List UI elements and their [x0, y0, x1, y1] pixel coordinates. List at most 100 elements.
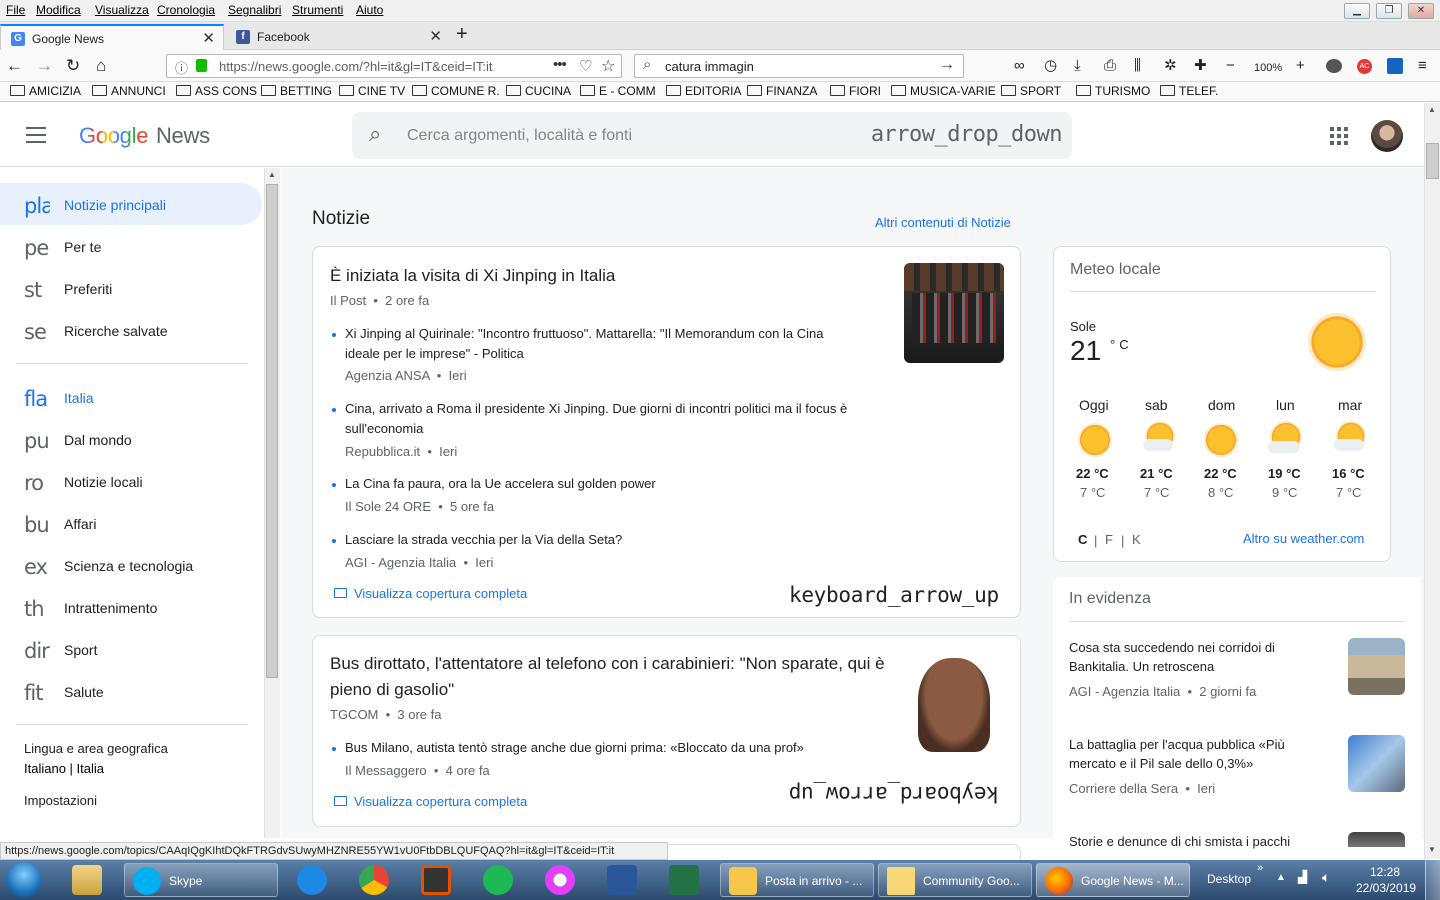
spotify-icon[interactable]: [483, 865, 513, 895]
back-icon[interactable]: ←: [6, 55, 23, 77]
gear-icon[interactable]: ✲: [1164, 56, 1177, 76]
story-thumbnail[interactable]: [904, 652, 1004, 752]
bookmark-item[interactable]: BETTING: [261, 84, 332, 98]
story-headline[interactable]: Bus dirottato, l'attentatore al telefono…: [330, 651, 890, 703]
sidebar-item-scienza[interactable]: ex Scienza e tecnologia: [0, 544, 262, 586]
bookmark-star-icon[interactable]: ☆: [601, 56, 615, 76]
scrollbar-thumb[interactable]: [266, 184, 278, 678]
collapse-arrow-icon[interactable]: keyboard_arrow_up: [789, 583, 999, 607]
close-window-button[interactable]: ✕: [1408, 3, 1434, 19]
menu-cronologia[interactable]: Cronologia: [157, 3, 215, 17]
sub-story-title[interactable]: Lasciare la strada vecchia per la Via de…: [332, 530, 855, 550]
expand-arrow-icon[interactable]: keyboard_arrow_up: [789, 782, 999, 806]
settings-link[interactable]: Impostazioni: [24, 793, 97, 808]
sidebar-item-ricerche-salvate[interactable]: se Ricerche salvate: [0, 309, 262, 351]
page-scrollbar[interactable]: ▲ ▼: [1424, 103, 1440, 859]
spotlight-item-title[interactable]: Cosa sta succedendo nei corridoi di Bank…: [1069, 638, 1319, 676]
sidebar-item-sport[interactable]: dir Sport: [0, 628, 262, 670]
chrome-icon[interactable]: [359, 865, 389, 895]
download-icon[interactable]: ⤓: [1074, 56, 1081, 76]
history-icon[interactable]: ◷: [1044, 56, 1057, 76]
more-news-link[interactable]: Altri contenuti di Notizie: [875, 215, 1011, 230]
media-app-icon[interactable]: [421, 865, 451, 895]
bookmark-item[interactable]: COMUNE R.: [412, 84, 500, 98]
sidebar-item-intrattenimento[interactable]: th Intrattenimento: [0, 586, 262, 628]
avatar[interactable]: [1371, 120, 1403, 152]
network-icon[interactable]: ▟: [1298, 870, 1307, 884]
restore-button[interactable]: ❐: [1376, 3, 1402, 19]
bookmark-item[interactable]: FIORI: [830, 84, 881, 98]
close-tab-icon[interactable]: ✕: [202, 26, 215, 52]
spotlight-item-title[interactable]: La battaglia per l'acqua pubblica «Più m…: [1069, 735, 1329, 773]
unit-kelvin[interactable]: K: [1132, 532, 1141, 547]
search-bar[interactable]: ⌕ catura immagin →: [634, 54, 964, 78]
mask-icon[interactable]: ∞: [1014, 56, 1025, 76]
bookmark-item[interactable]: EDITORIA: [666, 84, 741, 98]
apps-grid-icon[interactable]: [1330, 127, 1348, 145]
taskbar-firefox[interactable]: Google News - M...: [1036, 863, 1190, 897]
taskbar-skype[interactable]: Skype: [124, 863, 278, 897]
sidebar-item-preferiti[interactable]: st Preferiti: [0, 267, 262, 309]
spotlight-thumbnail[interactable]: [1348, 832, 1405, 847]
sidebar-scrollbar[interactable]: ▲: [264, 168, 280, 838]
print-icon[interactable]: ⎙: [1104, 56, 1116, 76]
sub-story-title[interactable]: Bus Milano, autista tentò strage anche d…: [332, 738, 885, 758]
tray-arrow-icon[interactable]: ▲: [1276, 872, 1286, 883]
full-coverage-link[interactable]: Visualizza copertura completa: [354, 794, 527, 809]
bookmark-item[interactable]: SPORT: [1001, 84, 1061, 98]
info-icon[interactable]: ⓘ: [175, 58, 188, 77]
sidebar-item-notizie-principali[interactable]: pla Notizie principali: [0, 183, 262, 225]
reload-icon[interactable]: ↻: [66, 55, 80, 77]
language-value[interactable]: Italiano | Italia: [24, 761, 104, 776]
page-actions-icon[interactable]: •••: [553, 56, 567, 73]
weather-more-link[interactable]: Altro su weather.com: [1243, 531, 1364, 546]
tab-facebook[interactable]: f Facebook ✕: [226, 24, 450, 50]
sidebar-item-dal-mondo[interactable]: pu Dal mondo: [0, 418, 262, 460]
news-search-box[interactable]: ⌕ Cerca argomenti, località e fonti arro…: [352, 112, 1072, 159]
menu-modifica[interactable]: Modifica: [36, 3, 81, 17]
taskbar-community[interactable]: Community Goo...: [878, 863, 1032, 897]
bookmark-item[interactable]: ASS CONS: [176, 84, 257, 98]
sky-icon[interactable]: [297, 865, 327, 895]
story-thumbnail[interactable]: [904, 263, 1004, 363]
start-button[interactable]: [6, 862, 42, 898]
menu-icon[interactable]: ≡: [1418, 56, 1427, 76]
scroll-up-icon[interactable]: ▲: [1428, 105, 1436, 114]
zoom-out-icon[interactable]: −: [1226, 56, 1235, 76]
sub-story-title[interactable]: Cina, arrivato a Roma il presidente Xi J…: [332, 399, 855, 439]
chevron-icon[interactable]: »: [1257, 862, 1263, 874]
desktop-toolbar[interactable]: Desktop: [1207, 872, 1251, 886]
bookmark-item[interactable]: ANNUNCI: [92, 84, 166, 98]
menu-strumenti[interactable]: Strumenti: [292, 3, 343, 17]
spotlight-thumbnail[interactable]: [1348, 638, 1405, 695]
home-icon[interactable]: ⌂: [96, 55, 106, 77]
extension-blue-icon[interactable]: [1387, 58, 1403, 74]
bookmark-item[interactable]: TELEF.: [1160, 84, 1218, 98]
clock-time[interactable]: 12:28: [1370, 865, 1400, 879]
dropdown-arrow-icon[interactable]: arrow_drop_down: [871, 122, 1063, 147]
taskbar-outlook[interactable]: Posta in arrivo - ...: [720, 863, 874, 897]
clock-date[interactable]: 22/03/2019: [1356, 881, 1416, 895]
excel-icon[interactable]: [669, 865, 699, 895]
menu-segnalibri[interactable]: Segnalibri: [228, 3, 281, 17]
spotlight-item-title[interactable]: Storie e denunce di chi smista i pacchi: [1069, 832, 1329, 851]
google-news-logo[interactable]: Google News: [79, 123, 210, 149]
bookmark-item[interactable]: CINE TV: [339, 84, 405, 98]
forward-icon[interactable]: →: [36, 55, 53, 77]
tab-google-news[interactable]: G Google News ✕: [0, 24, 224, 50]
library-icon[interactable]: ⫼: [1134, 56, 1141, 76]
bookmark-item[interactable]: MUSICA-VARIE: [891, 84, 996, 98]
sub-story-title[interactable]: Xi Jinping al Quirinale: "Incontro frutt…: [332, 324, 845, 364]
sidebar-item-salute[interactable]: fit Salute: [0, 670, 262, 712]
story-headline[interactable]: È iniziata la visita di Xi Jinping in It…: [330, 263, 870, 289]
new-tab-icon[interactable]: +: [456, 23, 468, 46]
scrollbar-thumb[interactable]: [1426, 143, 1439, 179]
extension-icon[interactable]: [1326, 59, 1342, 73]
unit-celsius[interactable]: C: [1078, 532, 1087, 547]
word-icon[interactable]: [607, 865, 637, 895]
volume-icon[interactable]: 🔈︎: [1322, 869, 1330, 886]
menu-visualizza[interactable]: Visualizza: [95, 3, 149, 17]
sidebar-item-per-te[interactable]: pe Per te: [0, 225, 262, 267]
full-coverage-link[interactable]: Visualizza copertura completa: [354, 586, 527, 601]
adblock-icon[interactable]: AC: [1357, 59, 1372, 74]
